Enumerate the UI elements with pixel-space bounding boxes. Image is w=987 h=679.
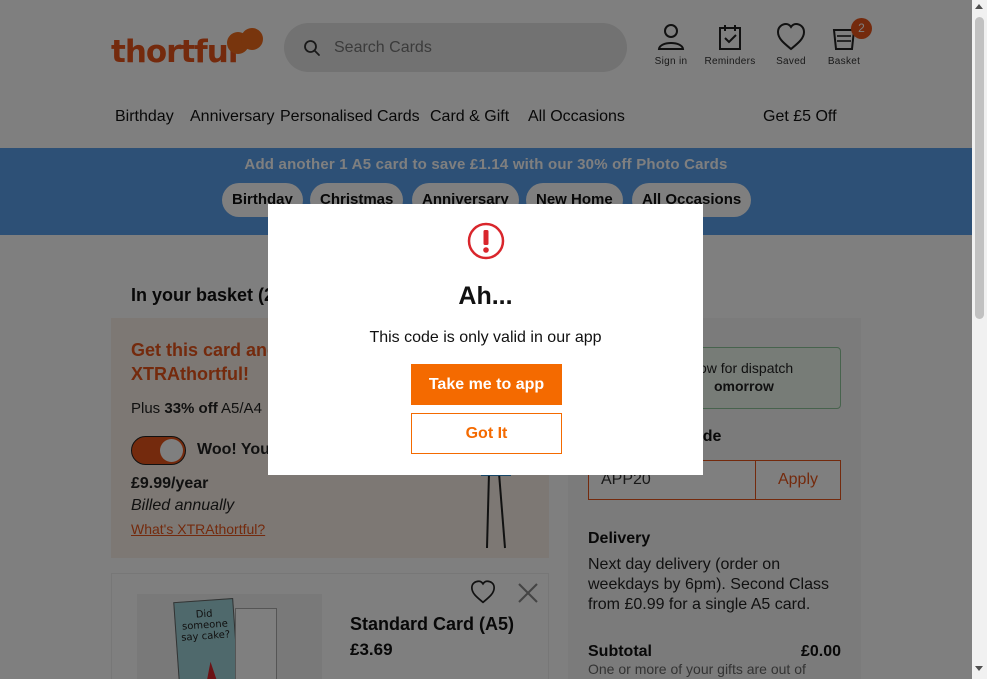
vertical-scrollbar[interactable] [972,0,987,679]
modal-title: Ah... [458,282,513,310]
exclamation-circle-icon [467,222,505,260]
scroll-up-arrow-icon[interactable] [975,4,983,9]
app-only-code-modal: Ah... This code is only valid in our app… [268,204,703,475]
scrollbar-thumb[interactable] [975,17,984,319]
modal-message: This code is only valid in our app [369,329,602,346]
page: thortful Sign in Reminders Saved [0,0,972,679]
take-me-to-app-button[interactable]: Take me to app [411,364,562,405]
got-it-button[interactable]: Got It [411,413,562,454]
scroll-down-arrow-icon[interactable] [975,666,983,671]
